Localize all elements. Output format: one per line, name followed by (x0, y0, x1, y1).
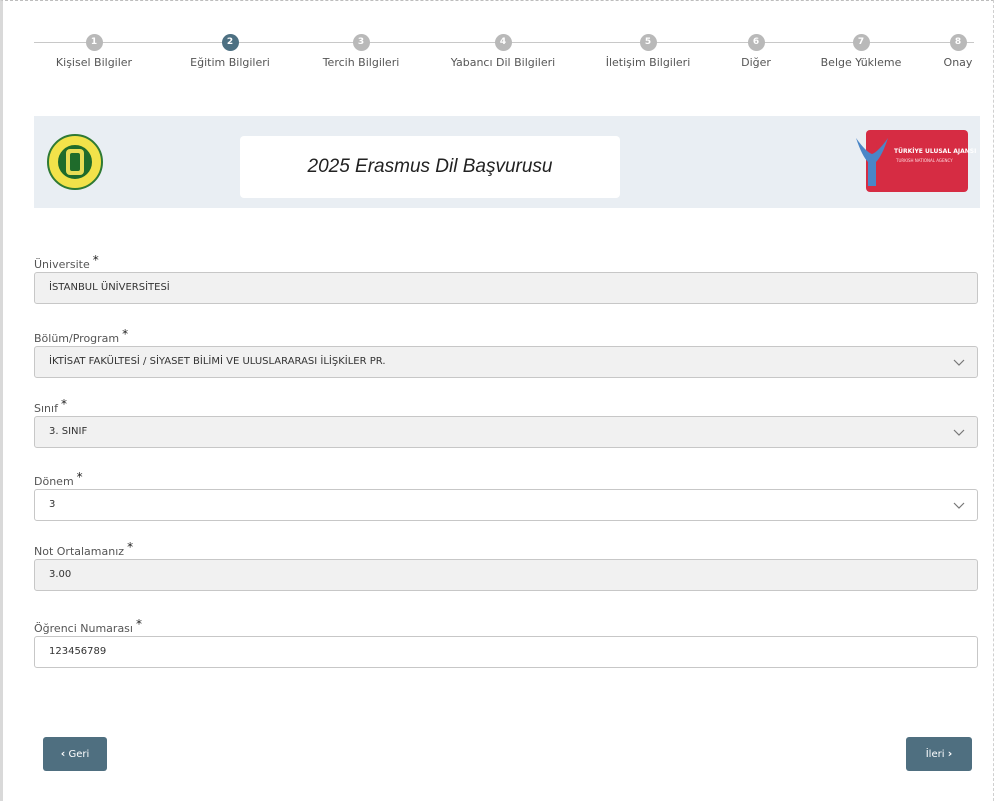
chevron-down-icon (953, 502, 965, 509)
page-title: 2025 Erasmus Dil Başvurusu (240, 136, 620, 198)
chevron-right-icon: › (947, 747, 953, 760)
required-mark: * (122, 327, 129, 341)
step-number: 6 (747, 34, 765, 51)
istanbul-university-logo (47, 134, 103, 190)
step-iletisim-bilgileri[interactable]: 5 İletişim Bilgileri (588, 34, 708, 69)
step-number: 1 (85, 34, 103, 51)
required-mark: * (127, 540, 134, 554)
field-label: Öğrenci Numarası * (34, 617, 978, 635)
label-text: Not Ortalamanız (34, 545, 125, 558)
field-sinif: Sınıf * 3. SINIF (34, 397, 978, 448)
national-agency-logo: TÜRKİYE ULUSAL AJANSI TURKISH NATIONAL A… (846, 130, 976, 192)
step-label: İletişim Bilgileri (605, 56, 691, 69)
universite-input[interactable]: İSTANBUL ÜNİVERSİTESİ (34, 272, 978, 304)
label-text: Öğrenci Numarası (34, 622, 133, 635)
label-text: Üniversite (34, 258, 90, 271)
back-button-label: Geri (68, 749, 90, 760)
ogrenci-numarasi-input[interactable]: 123456789 (34, 636, 978, 668)
step-diger[interactable]: 6 Diğer (696, 34, 816, 69)
required-mark: * (76, 470, 83, 484)
header-banner: 2025 Erasmus Dil Başvurusu TÜRKİYE ULUSA… (34, 116, 980, 208)
field-universite: Üniversite * İSTANBUL ÜNİVERSİTESİ (34, 253, 978, 304)
not-ortalamasi-input[interactable]: 3.00 (34, 559, 978, 591)
agency-logo-subtext: TURKISH NATIONAL AGENCY (896, 158, 953, 163)
step-number: 5 (639, 34, 657, 51)
required-mark: * (135, 617, 142, 631)
select-value: İKTİSAT FAKÜLTESİ / SİYASET BİLİMİ VE UL… (49, 356, 386, 367)
bolum-program-select[interactable]: İKTİSAT FAKÜLTESİ / SİYASET BİLİMİ VE UL… (34, 346, 978, 378)
field-ogrenci-numarasi: Öğrenci Numarası * 123456789 (34, 617, 978, 668)
step-label: Tercih Bilgileri (322, 56, 400, 69)
step-label: Eğitim Bilgileri (190, 56, 270, 69)
next-button[interactable]: İleri › (906, 737, 972, 771)
step-number: 8 (949, 34, 967, 51)
field-not-ortalamasi: Not Ortalamanız * 3.00 (34, 540, 978, 591)
field-label: Bölüm/Program * (34, 327, 978, 345)
step-label: Onay (943, 56, 973, 69)
field-label: Sınıf * (34, 397, 978, 415)
field-donem: Dönem * 3 (34, 470, 978, 521)
step-label: Diğer (741, 56, 771, 69)
step-yabanci-dil-bilgileri[interactable]: 4 Yabancı Dil Bilgileri (443, 34, 563, 69)
select-value: 3 (49, 499, 56, 510)
step-number: 7 (852, 34, 870, 51)
step-number: 2 (221, 34, 239, 51)
agency-logo-text: TÜRKİYE ULUSAL AJANSI (894, 148, 977, 155)
agency-figure-icon (856, 138, 888, 186)
step-number: 4 (494, 34, 512, 51)
donem-select[interactable]: 3 (34, 489, 978, 521)
field-label: Not Ortalamanız * (34, 540, 978, 558)
chevron-down-icon (953, 429, 965, 436)
label-text: Dönem (34, 475, 74, 488)
step-tercih-bilgileri[interactable]: 3 Tercih Bilgileri (301, 34, 421, 69)
field-label: Üniversite * (34, 253, 978, 271)
required-mark: * (92, 253, 99, 267)
step-label: Kişisel Bilgiler (55, 56, 133, 69)
field-bolum-program: Bölüm/Program * İKTİSAT FAKÜLTESİ / SİYAS… (34, 327, 978, 378)
step-number: 3 (352, 34, 370, 51)
chevron-down-icon (953, 359, 965, 366)
sinif-select[interactable]: 3. SINIF (34, 416, 978, 448)
step-onay[interactable]: 8 Onay (898, 34, 994, 69)
required-mark: * (60, 397, 67, 411)
back-button[interactable]: ‹ Geri (43, 737, 107, 771)
step-label: Yabancı Dil Bilgileri (450, 56, 556, 69)
step-egitim-bilgileri[interactable]: 2 Eğitim Bilgileri (170, 34, 290, 69)
step-kisisel-bilgiler[interactable]: 1 Kişisel Bilgiler (34, 34, 154, 69)
label-text: Sınıf (34, 402, 58, 415)
next-button-label: İleri (925, 749, 945, 760)
progress-stepper: 1 Kişisel Bilgiler 2 Eğitim Bilgileri 3 … (34, 34, 974, 78)
select-value: 3. SINIF (49, 426, 88, 437)
chevron-left-icon: ‹ (60, 747, 66, 760)
field-label: Dönem * (34, 470, 978, 488)
label-text: Bölüm/Program (34, 332, 120, 345)
